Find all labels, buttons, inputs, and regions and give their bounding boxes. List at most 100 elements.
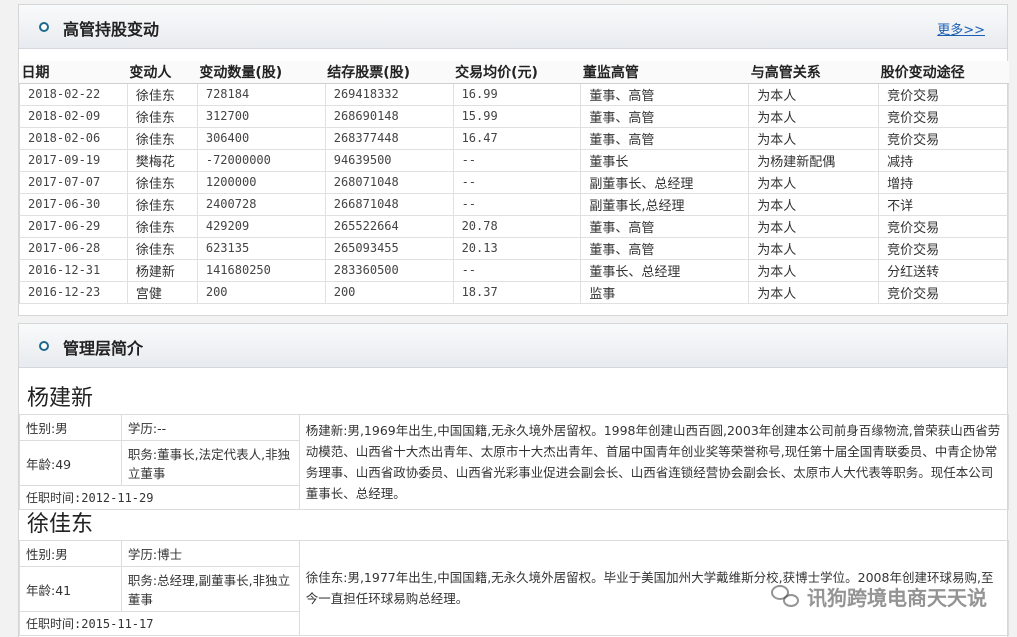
table-cell: 2018-02-09 <box>19 104 128 128</box>
table-cell: 623135 <box>196 236 326 260</box>
table-cell: 副董事长,总经理 <box>580 192 750 216</box>
table-cell: 200 <box>324 280 454 304</box>
manager-age: 年龄:49 <box>19 440 122 486</box>
table-cell: -72000000 <box>196 148 326 172</box>
trades-header-row: 日期 变动人 变动数量(股) 结存股票(股) 交易均价(元) 董监高管 与高管关系 股价变动途… <box>19 61 1009 84</box>
table-cell: 268071048 <box>324 170 454 194</box>
table-cell: 94639500 <box>324 148 454 172</box>
trades-panel-header: 高管持股变动 更多>> <box>19 5 1007 49</box>
table-cell: 增持 <box>878 170 1009 194</box>
column-header: 变动人 <box>127 61 198 84</box>
column-header: 董监高管 <box>580 61 749 84</box>
table-cell: 2018-02-06 <box>19 126 128 150</box>
table-cell: -- <box>452 148 582 172</box>
table-cell: 18.37 <box>452 280 582 304</box>
table-row: 2017-09-19 樊梅花 -72000000 94639500 -- 董事长 为杨建新配… <box>19 148 1009 172</box>
table-cell: 141680250 <box>196 258 326 282</box>
table-cell: 监事 <box>580 280 750 304</box>
table-cell: 减持 <box>878 148 1009 172</box>
table-cell: 竞价交易 <box>878 104 1009 128</box>
table-cell: 2017-06-28 <box>19 236 128 260</box>
table-cell: 竞价交易 <box>878 236 1009 260</box>
table-cell: 杨建新 <box>126 258 198 282</box>
table-cell: 2400728 <box>196 192 326 216</box>
management-panel-title: 管理层简介 <box>63 339 144 358</box>
manager-name: 徐佳东 <box>27 512 94 537</box>
circle-bullet-icon <box>39 22 49 32</box>
table-cell: 2016-12-23 <box>19 280 128 304</box>
table-cell: 竞价交易 <box>878 214 1009 238</box>
table-row: 2018-02-09 徐佳东 312700 268690148 15.99 董事、高管 为本… <box>19 104 1009 128</box>
table-cell: 董事长、总经理 <box>580 258 750 282</box>
table-cell: 董事长 <box>580 148 750 172</box>
table-row: 2017-07-07 徐佳东 1200000 268071048 -- 副董事长、总经理为… <box>19 170 1009 194</box>
column-header: 结存股票(股) <box>325 61 454 84</box>
manager-name: 杨建新 <box>27 386 94 411</box>
table-row: 2017-06-30 徐佳东 2400728 266871048 -- 副董事长,总经理为… <box>19 192 1009 216</box>
table-cell: 分红送转 <box>878 258 1009 282</box>
table-cell: -- <box>452 170 582 194</box>
manager-position: 职务:董事长,法定代表人,非独立董事 <box>120 440 300 486</box>
table-cell: 为本人 <box>748 126 880 150</box>
table-cell: 为本人 <box>748 104 880 128</box>
table-row: 2018-02-06 徐佳东 306400 268377448 16.47 董事、高管 为本… <box>19 126 1009 150</box>
table-cell: 徐佳东 <box>126 126 198 150</box>
table-cell: 728184 <box>196 82 326 106</box>
table-cell: 为本人 <box>748 236 880 260</box>
table-cell: 徐佳东 <box>126 104 198 128</box>
table-cell: 2017-09-19 <box>19 148 128 172</box>
management-panel-header: 管理层简介 <box>19 324 1007 368</box>
table-cell: 董事、高管 <box>580 126 750 150</box>
table-cell: 266871048 <box>324 192 454 216</box>
table-cell: 283360500 <box>324 258 454 282</box>
table-row: 2017-06-28 徐佳东 623135 265093455 20.13 董事、高管 为本… <box>19 236 1009 260</box>
more-link[interactable]: 更多>> <box>937 19 985 38</box>
table-row: 2017-06-29 徐佳东 429209 265522664 20.78 董事、高管 为本… <box>19 214 1009 238</box>
table-cell: 徐佳东 <box>126 192 198 216</box>
wechat-icon <box>771 584 801 609</box>
column-header: 变动数量(股) <box>197 61 326 84</box>
manager-position: 职务:总经理,副董事长,非独立董事 <box>120 566 300 612</box>
manager-education: 学历:博士 <box>120 540 300 567</box>
table-cell: 为杨建新配偶 <box>748 148 880 172</box>
table-cell: 徐佳东 <box>126 82 198 106</box>
table-cell: 董事、高管 <box>580 236 750 260</box>
table-cell: 樊梅花 <box>126 148 198 172</box>
table-cell: 徐佳东 <box>126 236 198 260</box>
table-cell: 268377448 <box>324 126 454 150</box>
table-cell: 269418332 <box>324 82 454 106</box>
table-cell: 徐佳东 <box>126 214 198 238</box>
manager-age: 年龄:41 <box>19 566 122 612</box>
table-cell: 2017-06-29 <box>19 214 128 238</box>
manager-education: 学历:-- <box>120 414 300 441</box>
table-row: 2016-12-31 杨建新 141680250 283360500 -- 董事长、总经理… <box>19 258 1009 282</box>
table-cell: 2016-12-31 <box>19 258 128 282</box>
table-cell: 为本人 <box>748 214 880 238</box>
table-cell: 429209 <box>196 214 326 238</box>
table-cell: 为本人 <box>748 192 880 216</box>
manager-info-grid: 性别:男 学历:-- 杨建新:男,1969年出生,中国国籍,无永久境外居留权。1… <box>19 414 1010 510</box>
column-header: 与高管关系 <box>748 61 879 84</box>
table-cell: 20.13 <box>452 236 582 260</box>
table-cell: 265093455 <box>324 236 454 260</box>
table-cell: 312700 <box>196 104 326 128</box>
table-cell: 竞价交易 <box>878 280 1009 304</box>
trades-panel: 高管持股变动 更多>> 日期 变动人 变动数量(股) 结存股票(股) 交易均价(元) 董监… <box>18 4 1009 316</box>
watermark: 讯狗跨境电商天天说 <box>771 582 987 611</box>
table-cell: 2018-02-22 <box>19 82 128 106</box>
trades-table: 日期 变动人 变动数量(股) 结存股票(股) 交易均价(元) 董监高管 与高管关系 股价变动途… <box>19 61 1009 304</box>
table-cell: 16.99 <box>452 82 582 106</box>
table-cell: 200 <box>196 280 326 304</box>
column-header: 交易均价(元) <box>453 61 581 84</box>
table-cell: 为本人 <box>748 258 880 282</box>
column-header: 日期 <box>19 61 128 84</box>
table-cell: 265522664 <box>324 214 454 238</box>
table-cell: 竞价交易 <box>878 126 1009 150</box>
circle-bullet-icon <box>39 341 49 351</box>
manager-tenure: 任职时间:2015-11-17 <box>19 611 300 636</box>
table-cell: 宫健 <box>126 280 198 304</box>
manager-gender: 性别:男 <box>19 414 122 441</box>
table-cell: 徐佳东 <box>126 170 198 194</box>
column-header: 股价变动途径 <box>878 61 1009 84</box>
table-cell: 268690148 <box>324 104 454 128</box>
